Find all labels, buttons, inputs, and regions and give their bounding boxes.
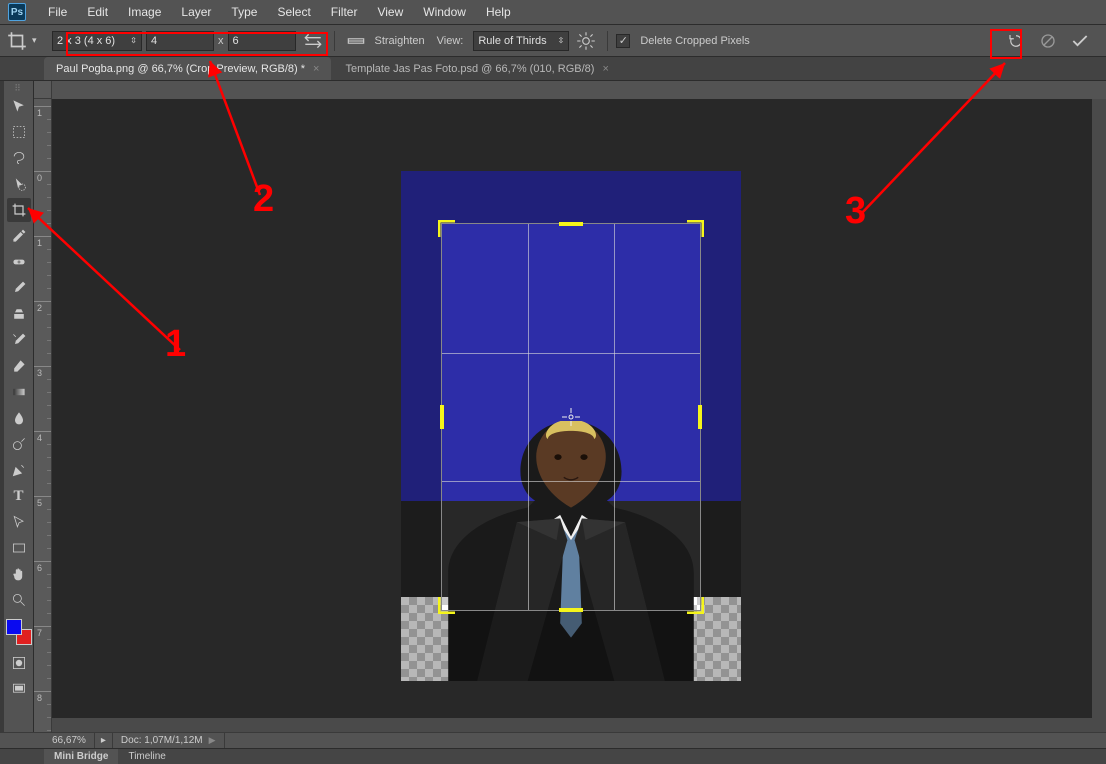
menu-layer[interactable]: Layer bbox=[171, 1, 221, 23]
delete-cropped-checkbox[interactable]: ✓ bbox=[616, 34, 630, 48]
commit-crop-button[interactable] bbox=[1066, 29, 1094, 53]
document-tab[interactable]: Template Jas Pas Foto.psd @ 66,7% (010, … bbox=[333, 57, 620, 80]
crop-handle-t[interactable] bbox=[559, 222, 583, 226]
document-tab[interactable]: Paul Pogba.png @ 66,7% (Crop Preview, RG… bbox=[44, 57, 331, 80]
crop-handle-br[interactable] bbox=[686, 596, 704, 614]
blur-tool[interactable] bbox=[7, 406, 31, 430]
straighten-label[interactable]: Straighten bbox=[375, 35, 425, 47]
dodge-tool[interactable] bbox=[7, 432, 31, 456]
history-brush-tool[interactable] bbox=[7, 328, 31, 352]
marquee-tool[interactable] bbox=[7, 120, 31, 144]
doc-size[interactable]: Doc: 1,07M/1,12M ▶ bbox=[113, 733, 225, 748]
menu-select[interactable]: Select bbox=[267, 1, 320, 23]
menu-bar: Ps File Edit Image Layer Type Select Fil… bbox=[0, 0, 1106, 25]
vertical-ruler[interactable]: 21012345678910 bbox=[34, 99, 52, 732]
menu-filter[interactable]: Filter bbox=[321, 1, 368, 23]
panel-grip[interactable]: ⠿ bbox=[6, 85, 32, 93]
eraser-tool[interactable] bbox=[7, 354, 31, 378]
reset-crop-button[interactable] bbox=[1002, 29, 1030, 53]
view-label: View: bbox=[437, 35, 464, 47]
crop-boundary[interactable] bbox=[441, 223, 701, 611]
tab-timeline[interactable]: Timeline bbox=[118, 749, 175, 764]
document-tab-label: Template Jas Pas Foto.psd @ 66,7% (010, … bbox=[345, 63, 594, 75]
annotation-number-1: 1 bbox=[165, 323, 186, 366]
zoom-level[interactable]: 66,67% bbox=[44, 733, 95, 748]
healing-brush-tool[interactable] bbox=[7, 250, 31, 274]
type-tool[interactable]: T bbox=[7, 484, 31, 508]
crop-preset-select[interactable]: 2 x 3 (4 x 6) ⇳ bbox=[52, 31, 142, 51]
zoom-tool[interactable] bbox=[7, 588, 31, 612]
quick-select-tool[interactable] bbox=[7, 172, 31, 196]
swap-dimensions-button[interactable] bbox=[302, 30, 324, 52]
menu-help[interactable]: Help bbox=[476, 1, 521, 23]
pen-tool[interactable] bbox=[7, 458, 31, 482]
annotation-number-3: 3 bbox=[845, 190, 866, 233]
horizontal-scrollbar[interactable] bbox=[52, 718, 1092, 732]
screen-mode-button[interactable] bbox=[7, 677, 31, 701]
gradient-tool[interactable] bbox=[7, 380, 31, 404]
crop-handle-b[interactable] bbox=[559, 608, 583, 612]
crop-handle-r[interactable] bbox=[698, 405, 702, 429]
move-tool[interactable] bbox=[7, 94, 31, 118]
menu-window[interactable]: Window bbox=[413, 1, 476, 23]
chevron-updown-icon: ⇳ bbox=[558, 36, 565, 45]
eyedropper-tool[interactable] bbox=[7, 224, 31, 248]
clone-stamp-tool[interactable] bbox=[7, 302, 31, 326]
status-bar: 66,67% ▸ Doc: 1,07M/1,12M ▶ bbox=[0, 732, 1106, 748]
document-tab-bar: Paul Pogba.png @ 66,7% (Crop Preview, RG… bbox=[0, 57, 1106, 81]
color-swatch[interactable] bbox=[6, 619, 32, 645]
path-select-tool[interactable] bbox=[7, 510, 31, 534]
hand-tool[interactable] bbox=[7, 562, 31, 586]
quick-mask-button[interactable] bbox=[7, 651, 31, 675]
bottom-panel-tabs: Mini Bridge Timeline bbox=[0, 748, 1106, 764]
crop-width-input[interactable]: 4 bbox=[146, 31, 214, 51]
crop-handle-bl[interactable] bbox=[438, 596, 456, 614]
close-icon[interactable]: × bbox=[602, 63, 608, 75]
crop-center-icon bbox=[562, 408, 580, 426]
crop-preset-value: 2 x 3 (4 x 6) bbox=[57, 35, 115, 47]
menu-type[interactable]: Type bbox=[221, 1, 267, 23]
canvas[interactable] bbox=[52, 99, 1106, 732]
crop-handle-tr[interactable] bbox=[686, 220, 704, 238]
dimension-separator: x bbox=[218, 35, 224, 47]
crop-tool[interactable] bbox=[7, 198, 31, 222]
crop-handle-tl[interactable] bbox=[438, 220, 456, 238]
tab-mini-bridge[interactable]: Mini Bridge bbox=[44, 749, 118, 764]
menu-edit[interactable]: Edit bbox=[77, 1, 118, 23]
menu-file[interactable]: File bbox=[38, 1, 77, 23]
document-image[interactable] bbox=[401, 171, 741, 681]
foreground-color-swatch[interactable] bbox=[6, 619, 22, 635]
divider bbox=[607, 31, 608, 51]
rectangle-tool[interactable] bbox=[7, 536, 31, 560]
divider bbox=[334, 31, 335, 51]
lasso-tool[interactable] bbox=[7, 146, 31, 170]
annotation-number-2: 2 bbox=[253, 178, 274, 221]
document-tab-label: Paul Pogba.png @ 66,7% (Crop Preview, RG… bbox=[56, 63, 305, 75]
crop-handle-l[interactable] bbox=[440, 405, 444, 429]
chevron-right-icon: ▶ bbox=[209, 735, 216, 746]
tool-preset-dropdown[interactable]: ▾ bbox=[32, 35, 46, 46]
toolbox: ⠿ T bbox=[4, 81, 34, 732]
chevron-updown-icon: ⇳ bbox=[130, 36, 137, 45]
brush-tool[interactable] bbox=[7, 276, 31, 300]
app-logo: Ps bbox=[8, 3, 26, 21]
straighten-icon[interactable] bbox=[345, 30, 367, 52]
canvas-wrap: 321012345678 21012345678910 bbox=[34, 81, 1106, 732]
options-bar: ▾ 2 x 3 (4 x 6) ⇳ 4 x 6 Straighten View:… bbox=[0, 25, 1106, 57]
menu-view[interactable]: View bbox=[367, 1, 413, 23]
menu-image[interactable]: Image bbox=[118, 1, 171, 23]
crop-overlay-select[interactable]: Rule of Thirds ⇳ bbox=[473, 31, 569, 51]
vertical-scrollbar[interactable] bbox=[1092, 99, 1106, 732]
crop-height-input[interactable]: 6 bbox=[228, 31, 296, 51]
close-icon[interactable]: × bbox=[313, 63, 319, 75]
doc-size-value: Doc: 1,07M/1,12M bbox=[121, 735, 203, 746]
cancel-crop-button[interactable] bbox=[1034, 29, 1062, 53]
status-expand-icon[interactable]: ▸ bbox=[95, 733, 113, 748]
delete-cropped-label[interactable]: Delete Cropped Pixels bbox=[640, 35, 749, 47]
crop-options-gear-button[interactable] bbox=[575, 30, 597, 52]
zoom-value: 66,67% bbox=[52, 735, 86, 746]
crop-overlay-value: Rule of Thirds bbox=[478, 35, 546, 47]
crop-tool-icon bbox=[6, 30, 28, 52]
ruler-origin[interactable] bbox=[34, 81, 52, 99]
